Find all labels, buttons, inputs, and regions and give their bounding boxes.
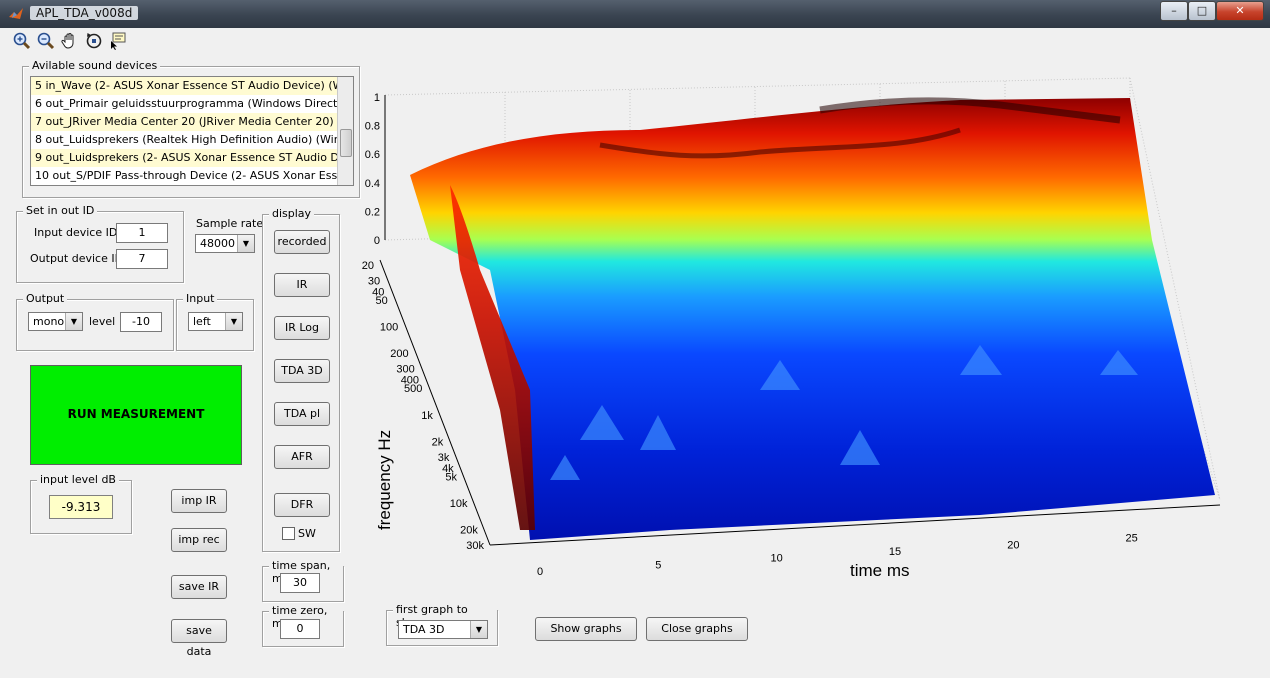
close-graphs-button[interactable]: Close graphs <box>646 617 748 641</box>
display-ir-button[interactable]: IR <box>274 273 330 297</box>
output-level-field[interactable]: -10 <box>120 312 162 332</box>
device-item[interactable]: 9 out_Luidsprekers (2- ASUS Xonar Essenc… <box>31 149 353 167</box>
minimize-button[interactable]: – <box>1160 1 1188 21</box>
z-tick-label: 0.8 <box>365 121 380 133</box>
first-graph-value: TDA 3D <box>403 623 445 636</box>
first-graph-select[interactable]: TDA 3D ▼ <box>398 620 488 639</box>
output-mode-value: mono <box>33 315 65 328</box>
chevron-down-icon: ▼ <box>65 313 82 330</box>
tda-3d-plot[interactable]: 00.20.40.60.81 203040501002003004005001k… <box>340 60 1260 600</box>
time-tick-label: 20 <box>1007 539 1019 551</box>
frequency-tick-label: 100 <box>380 322 398 334</box>
devices-panel-title: Avilable sound devices <box>29 59 161 72</box>
import-ir-button[interactable]: imp IR <box>171 489 227 513</box>
z-tick-label: 0.2 <box>365 206 380 218</box>
sample-rate-value: 48000 <box>200 237 235 250</box>
io-id-panel: Set in out ID <box>16 204 184 283</box>
app-window: APL_TDA_v008d – □ ✕ Avilable sound devic… <box>0 0 1270 678</box>
window-title: APL_TDA_v008d <box>30 6 139 20</box>
input-device-id-label: Input device ID <box>34 226 118 239</box>
time-axis-ticks: 0 5 10 15 20 25 <box>537 533 1138 578</box>
output-panel-title: Output <box>23 292 68 305</box>
frequency-tick-label: 500 <box>404 383 422 395</box>
z-tick-label: 0 <box>374 235 380 247</box>
display-recorded-button[interactable]: recorded <box>274 230 330 254</box>
input-panel-title: Input <box>183 292 218 305</box>
frequency-tick-label: 30k <box>466 540 484 552</box>
sw-label: SW <box>298 527 316 540</box>
time-tick-label: 10 <box>771 553 783 565</box>
z-tick-label: 0.6 <box>365 149 380 161</box>
display-panel-title: display <box>269 207 315 220</box>
time-tick-label: 15 <box>889 546 901 558</box>
time-zero-field[interactable]: 0 <box>280 619 320 639</box>
input-level-panel-title: input level dB <box>37 473 119 486</box>
y-axis-label: frequency Hz <box>375 430 394 530</box>
device-list[interactable]: 5 in_Wave (2- ASUS Xonar Essence ST Audi… <box>30 76 354 186</box>
sample-rate-label: Sample rate <box>196 217 264 230</box>
output-mode-select[interactable]: mono ▼ <box>28 312 83 331</box>
device-item[interactable]: 8 out_Luidsprekers (Realtek High Definit… <box>31 131 353 149</box>
z-tick-label: 0.4 <box>365 178 380 190</box>
sample-rate-select[interactable]: 48000 ▼ <box>195 234 255 253</box>
chevron-down-icon: ▼ <box>470 621 487 638</box>
level-label: level <box>89 315 116 328</box>
display-tda-3d-button[interactable]: TDA 3D <box>274 359 330 383</box>
show-graphs-button[interactable]: Show graphs <box>535 617 637 641</box>
display-afr-button[interactable]: AFR <box>274 445 330 469</box>
pan-hand-icon[interactable] <box>60 31 80 51</box>
save-ir-button[interactable]: save IR <box>171 575 227 599</box>
device-item[interactable]: 10 out_S/PDIF Pass-through Device (2- AS… <box>31 167 353 185</box>
z-tick-label: 1 <box>374 92 380 104</box>
input-channel-select[interactable]: left ▼ <box>188 312 243 331</box>
device-item[interactable]: 7 out_JRiver Media Center 20 (JRiver Med… <box>31 113 353 131</box>
device-item[interactable]: 5 in_Wave (2- ASUS Xonar Essence ST Audi… <box>31 77 353 95</box>
frequency-tick-label: 1k <box>421 410 433 422</box>
frequency-tick-label: 200 <box>390 348 408 360</box>
chevron-down-icon: ▼ <box>225 313 242 330</box>
rotate-3d-icon[interactable] <box>84 31 104 51</box>
save-data-button[interactable]: save data <box>171 619 227 658</box>
output-device-id-label: Output device ID <box>30 252 124 265</box>
time-span-field[interactable]: 30 <box>280 573 320 593</box>
frequency-tick-label: 2k <box>432 436 444 448</box>
sw-checkbox[interactable] <box>282 527 295 540</box>
frequency-tick-label: 50 <box>376 295 388 307</box>
time-tick-label: 5 <box>655 559 661 571</box>
z-axis-ticks: 0 0.2 0.4 0.6 0.8 1 <box>365 92 380 247</box>
chevron-down-icon: ▼ <box>237 235 254 252</box>
frequency-tick-label: 10k <box>450 498 468 510</box>
frequency-tick-label: 5k <box>445 471 457 483</box>
maximize-button[interactable]: □ <box>1188 1 1216 21</box>
display-ir-log-button[interactable]: IR Log <box>274 316 330 340</box>
io-id-panel-title: Set in out ID <box>23 204 98 217</box>
input-level-readout: -9.313 <box>49 495 113 519</box>
data-cursor-icon[interactable] <box>108 31 128 51</box>
input-channel-value: left <box>193 315 211 328</box>
close-button[interactable]: ✕ <box>1216 1 1264 21</box>
time-tick-label: 25 <box>1126 533 1138 545</box>
title-bar: APL_TDA_v008d – □ ✕ <box>0 0 1270 28</box>
import-recording-button[interactable]: imp rec <box>171 528 227 552</box>
run-measurement-button[interactable]: RUN MEASUREMENT <box>30 365 242 465</box>
frequency-tick-label: 20 <box>362 260 374 272</box>
display-tda-pl-button[interactable]: TDA pl <box>274 402 330 426</box>
input-device-id-field[interactable]: 1 <box>116 223 168 243</box>
device-item[interactable]: 6 out_Primair geluidsstuurprogramma (Win… <box>31 95 353 113</box>
zoom-in-icon[interactable] <box>12 31 32 51</box>
zoom-out-icon[interactable] <box>36 31 56 51</box>
output-device-id-field[interactable]: 7 <box>116 249 168 269</box>
matlab-logo-icon <box>9 8 23 19</box>
x-axis-label: time ms <box>850 561 910 580</box>
time-tick-label: 0 <box>537 566 543 578</box>
display-dfr-button[interactable]: DFR <box>274 493 330 517</box>
frequency-tick-label: 20k <box>460 524 478 536</box>
